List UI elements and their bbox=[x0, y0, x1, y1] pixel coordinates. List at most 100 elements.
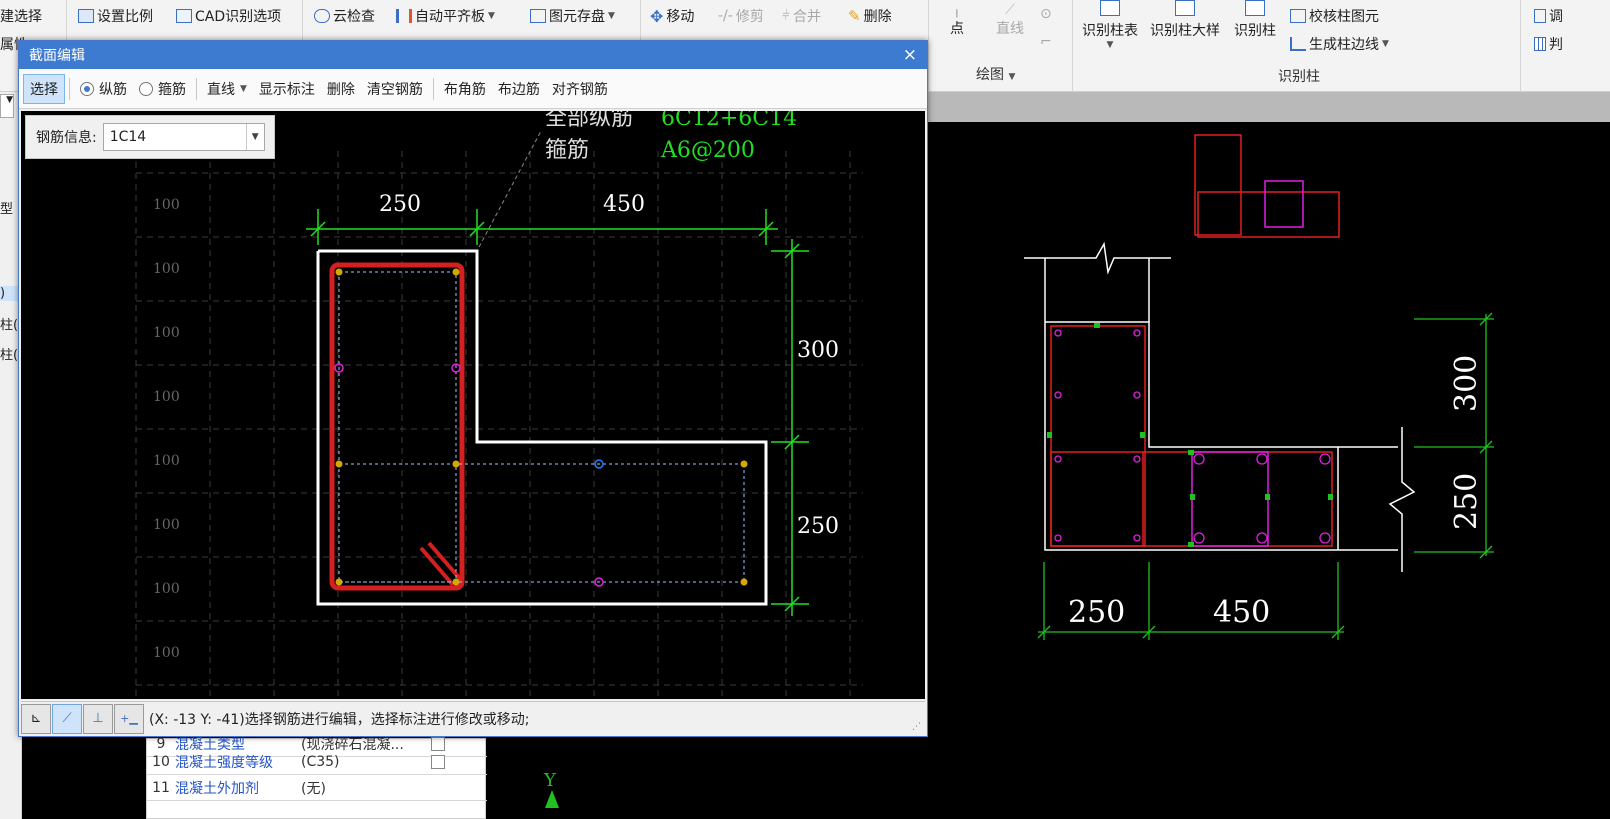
select-tool-button[interactable]: 选择 bbox=[23, 73, 65, 104]
dim-right-lower[interactable]: 250 bbox=[797, 514, 839, 539]
perpendicular-snap-button[interactable]: ⊥ bbox=[83, 703, 113, 734]
check-column-label: 校核柱图元 bbox=[1309, 9, 1379, 25]
judge-button[interactable]: 判 bbox=[1534, 34, 1563, 54]
identify-column-table-button[interactable]: 识别柱表 ▼ bbox=[1082, 0, 1138, 50]
line-button[interactable]: ⟋ 直线 bbox=[996, 2, 1024, 38]
drawing-area-bottom: Y bbox=[488, 738, 928, 819]
line-label: 直线 bbox=[996, 21, 1024, 37]
all-longitudinal-label[interactable]: 全部纵筋 bbox=[545, 111, 633, 131]
left-dropdown[interactable]: ▼ bbox=[0, 94, 14, 118]
identify-column-detail-button[interactable]: 识别柱大样 bbox=[1150, 0, 1220, 40]
cloud-icon bbox=[314, 9, 330, 23]
stirrup-red[interactable] bbox=[329, 262, 465, 591]
adjust-button[interactable]: 调 bbox=[1534, 6, 1563, 26]
stirrup-annotation-label[interactable]: 箍筋 bbox=[545, 138, 589, 163]
left-item[interactable]: 柱( bbox=[0, 314, 18, 333]
stirrup bbox=[1050, 325, 1146, 547]
dim-bottom-right[interactable]: 450 bbox=[1213, 595, 1270, 630]
grid-icon bbox=[1534, 37, 1546, 51]
trim-icon: -/- bbox=[718, 8, 733, 24]
stirrup-annotation-value[interactable]: A6@200 bbox=[660, 138, 755, 163]
y-axis-label: Y bbox=[543, 770, 557, 791]
left-item[interactable]: 柱( bbox=[0, 344, 18, 363]
auto-align-button[interactable]: 自动平齐板 ▼ bbox=[396, 6, 495, 26]
chevron-down-icon[interactable]: ▼ bbox=[245, 124, 264, 150]
section-canvas[interactable]: 100 100 100 100 100 100 100 100 全部纵筋 6C1… bbox=[21, 111, 925, 699]
dim-right-upper[interactable]: 300 bbox=[797, 338, 839, 363]
dim-bottom-left[interactable]: 250 bbox=[1068, 595, 1125, 630]
show-annotation-button[interactable]: 显示标注 bbox=[253, 75, 321, 103]
move-icon: ✥ bbox=[650, 6, 664, 26]
left-item[interactable]: 型 bbox=[0, 198, 13, 217]
longitudinal-radio[interactable]: 纵筋 bbox=[74, 75, 133, 103]
rect-tool[interactable]: ⌐ bbox=[1040, 34, 1052, 50]
move-button[interactable]: ✥ 移动 bbox=[650, 6, 694, 26]
app-root: 建选择 属性 设置比例 CAD识别选项 云检查 自动平齐板 ▼ 图元存盘 ▼ ✥ 移动… bbox=[0, 0, 1610, 819]
identify-column-button[interactable]: 识别柱 bbox=[1234, 0, 1276, 40]
toolbar-divider bbox=[69, 77, 70, 100]
property-value[interactable]: (C35) bbox=[301, 754, 421, 770]
set-scale-button[interactable]: 设置比例 bbox=[78, 6, 153, 26]
point-button[interactable]: ╷ 点 bbox=[950, 2, 964, 38]
dialog-titlebar[interactable]: 截面编辑 × bbox=[19, 41, 927, 69]
table-row[interactable]: 10 混凝土强度等级 (C35) bbox=[147, 749, 487, 775]
trim-button[interactable]: -/- 修剪 bbox=[718, 6, 764, 26]
property-value[interactable]: (无) bbox=[301, 778, 421, 798]
trim-label: 修剪 bbox=[735, 9, 764, 25]
property-table: 9 混凝土类型 (现浇碎石混凝... 10 混凝土强度等级 (C35) 11 混… bbox=[146, 736, 487, 819]
stirrup bbox=[1191, 451, 1269, 547]
rebar-points[interactable] bbox=[334, 268, 748, 587]
dim-right-upper[interactable]: 300 bbox=[1449, 355, 1484, 412]
close-icon[interactable]: × bbox=[903, 45, 917, 65]
cloud-check-button[interactable]: 云检查 bbox=[314, 6, 375, 26]
radio-off-icon bbox=[139, 81, 153, 96]
cad-block bbox=[1194, 134, 1242, 236]
all-longitudinal-value[interactable]: 6C12+6C14 bbox=[661, 111, 797, 131]
check-column-button[interactable]: 校核柱图元 bbox=[1290, 6, 1379, 26]
dim-top-right[interactable]: 450 bbox=[603, 192, 645, 217]
orthogonal-snap-button[interactable]: ⊾ bbox=[21, 703, 51, 734]
rebar-info-select[interactable]: 1C14 ▼ bbox=[102, 123, 265, 151]
delete-rebar-button[interactable]: 删除 bbox=[321, 75, 361, 103]
cad-options-button[interactable]: CAD识别选项 bbox=[176, 6, 281, 26]
grid-label: 100 bbox=[153, 581, 180, 597]
snap-point-icon: +▁ bbox=[120, 712, 138, 725]
scale-icon bbox=[78, 9, 94, 23]
dialog-title: 截面编辑 bbox=[29, 48, 85, 64]
point-snap-button[interactable]: +▁ bbox=[114, 703, 144, 734]
cad-drawing-area[interactable]: 250 450 300 250 Y bbox=[542, 122, 1610, 819]
dialog-toolbar: 选择 纵筋 箍筋 直线 ▼ 显示标注 删除 清空钢筋 布角筋 布边筋 对齐钢筋 bbox=[19, 69, 927, 109]
line-snap-button[interactable]: ⟋ bbox=[52, 703, 82, 734]
dim-top-left[interactable]: 250 bbox=[379, 192, 421, 217]
stirrup-radio[interactable]: 箍筋 bbox=[133, 75, 192, 103]
generate-edge-button[interactable]: 生成柱边线 ▼ bbox=[1290, 34, 1389, 54]
circle-tool[interactable]: ⊙ bbox=[1040, 6, 1052, 22]
cad-drawing-svg: 250 450 300 250 Y bbox=[542, 134, 1494, 806]
line-dropdown[interactable]: 直线 ▼ bbox=[201, 75, 253, 103]
draw-group-label[interactable]: 绘图 ▼ bbox=[976, 64, 1015, 84]
point-icon: ╷ bbox=[952, 2, 962, 18]
drawing-tab-bar bbox=[928, 92, 1610, 122]
corner-rebar-button[interactable]: 布角筋 bbox=[438, 75, 492, 103]
save-element-button[interactable]: 图元存盘 ▼ bbox=[530, 6, 615, 26]
identify-column-table-label: 识别柱表 bbox=[1082, 23, 1138, 39]
dim-right-lower[interactable]: 250 bbox=[1449, 473, 1484, 530]
y-axis-arrow bbox=[545, 790, 559, 808]
grid-label: 100 bbox=[153, 389, 180, 405]
ribbon-divider bbox=[1520, 0, 1521, 92]
generate-edge-label: 生成柱边线 bbox=[1309, 37, 1379, 53]
select-button[interactable]: 建选择 bbox=[0, 6, 42, 26]
grid-label: 100 bbox=[153, 325, 180, 341]
property-name: 混凝土强度等级 bbox=[175, 754, 273, 771]
clear-rebar-button[interactable]: 清空钢筋 bbox=[361, 75, 429, 103]
table-row[interactable]: 11 混凝土外加剂 (无) bbox=[147, 775, 487, 801]
merge-button[interactable]: ⫩ 合并 bbox=[782, 6, 821, 26]
detail-icon bbox=[1175, 0, 1195, 16]
delete-button[interactable]: ✎ 删除 bbox=[848, 6, 892, 26]
edge-rebar-button[interactable]: 布边筋 bbox=[492, 75, 546, 103]
perpendicular-icon: ⊥ bbox=[92, 711, 104, 726]
resize-grip-icon[interactable]: ⋰ bbox=[912, 722, 921, 732]
cloud-check-label: 云检查 bbox=[333, 9, 375, 25]
align-rebar-button[interactable]: 对齐钢筋 bbox=[546, 75, 614, 103]
property-checkbox[interactable] bbox=[431, 754, 445, 769]
